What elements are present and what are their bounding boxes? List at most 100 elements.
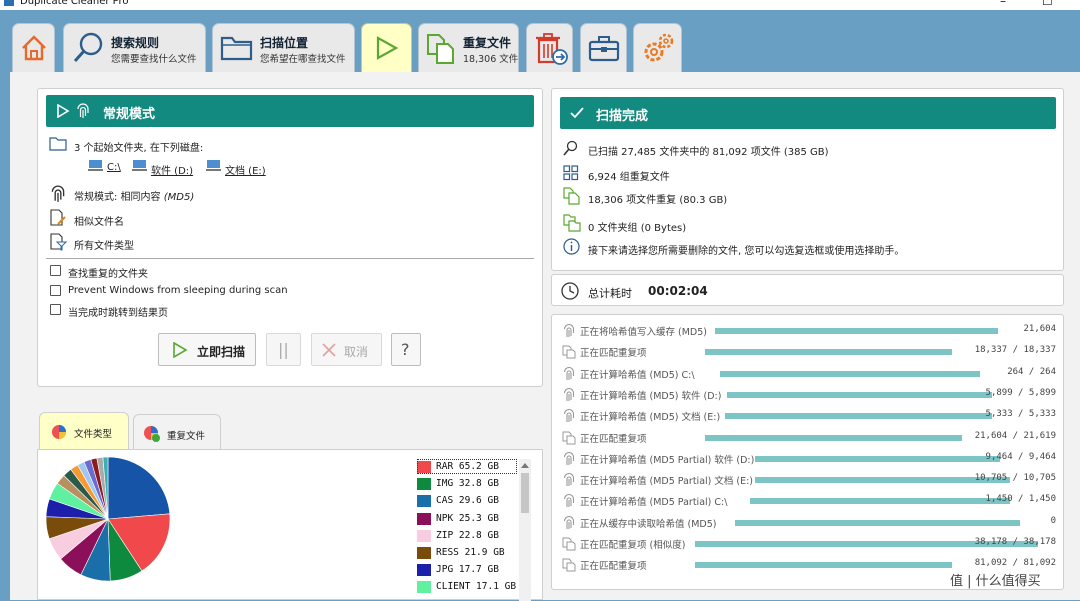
scan-complete-title: 扫描完成 bbox=[596, 109, 649, 124]
progress-row: 正在计算哈希值 (MD5) 软件 (D:) 5,899 / 5,899 bbox=[560, 384, 1056, 405]
mode-line-prefix: 常规模式: 相同内容 bbox=[74, 192, 164, 203]
groups-text: 6,924 组重复文件 bbox=[588, 172, 670, 183]
prevent-sleep-label: Prevent Windows from sleeping during sca… bbox=[68, 285, 288, 296]
legend-swatch bbox=[417, 564, 431, 577]
scanned-text: 已扫描 27,485 文件夹中的 81,092 项文件 (385 GB) bbox=[588, 147, 829, 158]
tab-search-rules[interactable]: 搜索规则 您需要查找什么文件 bbox=[63, 23, 206, 73]
help-label: ? bbox=[401, 340, 410, 359]
close-icon bbox=[322, 343, 336, 357]
legend-label: JPG 17.7 GB bbox=[436, 564, 499, 576]
gears-icon bbox=[644, 33, 674, 62]
progress-label: 正在计算哈希值 (MD5) 软件 (D:) bbox=[580, 390, 722, 402]
drive-d-link[interactable]: 软件 (D:) bbox=[151, 162, 193, 177]
search-icon bbox=[563, 140, 578, 156]
tab-settings[interactable] bbox=[633, 23, 682, 73]
tab-scan-location[interactable]: 扫描位置 您希望在哪查找文件 bbox=[212, 23, 355, 73]
progress-count: 81,092 / 81,092 bbox=[974, 558, 1056, 569]
tab-scan-location-subtitle: 您希望在哪查找文件 bbox=[260, 54, 346, 65]
duplicate-files-icon bbox=[563, 187, 580, 205]
pie-chart-icon bbox=[52, 425, 66, 439]
progress-count: 1,450 / 1,450 bbox=[985, 494, 1056, 505]
progress-bar bbox=[695, 562, 952, 569]
find-duplicate-folders-label: 查找重复的文件夹 bbox=[68, 269, 148, 280]
fingerprint-icon bbox=[563, 387, 575, 401]
tab-duplicate-files-subtitle: 18,306 文件 bbox=[463, 54, 519, 65]
progress-count: 21,604 bbox=[1023, 324, 1056, 334]
progress-label: 正在匹配重复项 (相似度) bbox=[580, 540, 686, 551]
legend-label: IMG 32.8 GB bbox=[436, 478, 499, 490]
legend-swatch bbox=[417, 547, 431, 559]
groups-icon bbox=[563, 165, 579, 181]
check-icon bbox=[570, 107, 584, 119]
legend-label: RESS 21.9 GB bbox=[436, 547, 505, 558]
scan-complete-panel: 扫描完成 已扫描 27,485 文件夹中的 81,092 项文件 (385 GB… bbox=[551, 88, 1064, 271]
legend-scrollbar[interactable] bbox=[519, 459, 531, 601]
tab-scan-location-title: 扫描位置 bbox=[260, 36, 309, 50]
copy-icon bbox=[562, 431, 576, 444]
help-button[interactable]: ? bbox=[391, 333, 421, 366]
fingerprint-icon bbox=[51, 185, 65, 202]
tab-home[interactable] bbox=[12, 23, 55, 73]
progress-label: 正在计算哈希值 (MD5) C:\ bbox=[580, 369, 695, 381]
cancel-label: 取消 bbox=[344, 345, 369, 359]
progress-label: 正在匹配重复项 bbox=[580, 433, 647, 445]
file-edit-icon bbox=[50, 209, 66, 226]
progress-row: 正在计算哈希值 (MD5 Partial) 文档 (E:) 10,705 / 10… bbox=[560, 469, 1056, 490]
progress-count: 38,178 / 38,178 bbox=[974, 537, 1056, 547]
scan-complete-header: 扫描完成 bbox=[560, 97, 1056, 129]
drive-e-link[interactable]: 文档 (E:) bbox=[225, 162, 266, 177]
fingerprint-icon bbox=[563, 366, 575, 380]
fingerprint-icon bbox=[563, 494, 575, 508]
progress-row: 正在计算哈希值 (MD5 Partial) C:\ 1,450 / 1,450 bbox=[560, 490, 1056, 511]
fingerprint-icon bbox=[563, 473, 575, 487]
legend-swatch bbox=[417, 478, 431, 491]
folder-icon bbox=[220, 36, 253, 61]
dup-files-text: 18,306 项文件重复 (80.3 GB) bbox=[588, 195, 728, 206]
progress-count: 5,333 / 5,333 bbox=[985, 409, 1056, 420]
tab-search-rules-title: 搜索规则 bbox=[111, 36, 160, 50]
jump-to-results-checkbox[interactable] bbox=[50, 304, 61, 315]
maximize-button[interactable]: ☐ bbox=[1042, 0, 1053, 7]
progress-label: 正在计算哈希值 (MD5 Partial) 文档 (E:) bbox=[580, 476, 754, 488]
legend-label: CLIENT 17.1 GB bbox=[436, 581, 517, 593]
progress-label: 正在从缓存中读取哈希值 (MD5) bbox=[580, 518, 717, 530]
find-duplicate-folders-checkbox[interactable] bbox=[50, 265, 61, 276]
pause-button[interactable]: || bbox=[266, 333, 301, 366]
toolbox-icon bbox=[588, 36, 620, 62]
pie-slice[interactable] bbox=[107, 456, 171, 520]
progress-bar bbox=[755, 477, 1010, 484]
legend-swatch bbox=[417, 512, 431, 525]
progress-row: 正在匹配重复项 21,604 / 21,619 bbox=[560, 427, 1056, 448]
jump-to-results-label: 当完成时跳转到结果页 bbox=[68, 308, 168, 319]
mode-panel: 常规模式 3 个起始文件夹, 在下列磁盘: C:\ 软件 (D:) 文档 (E:… bbox=[37, 88, 543, 387]
play-icon bbox=[376, 36, 399, 60]
drive-c-link[interactable]: C:\ bbox=[107, 162, 121, 173]
total-time-value: 00:02:04 bbox=[648, 284, 708, 298]
progress-count: 18,337 / 18,337 bbox=[974, 345, 1056, 356]
progress-bar bbox=[755, 455, 1000, 462]
pie-check-icon bbox=[144, 426, 160, 442]
cancel-button[interactable]: 取消 bbox=[311, 333, 382, 366]
main-content: 常规模式 3 个起始文件夹, 在下列磁盘: C:\ 软件 (D:) 文档 (E:… bbox=[10, 72, 1080, 601]
chart-tab-duplicates[interactable]: 重复文件 bbox=[133, 414, 221, 450]
tab-toolbox[interactable] bbox=[580, 23, 627, 73]
fingerprint-icon bbox=[563, 409, 575, 423]
folder-icon bbox=[49, 137, 67, 151]
tab-scan[interactable] bbox=[361, 23, 412, 73]
progress-row: 正在计算哈希值 (MD5 Partial) 软件 (D:) 9,464 / 9,4… bbox=[560, 448, 1056, 469]
progress-row: 正在将哈希值写入缓存 (MD5) 21,604 bbox=[560, 320, 1056, 341]
chart-tab-file-types[interactable]: 文件类型 bbox=[39, 412, 129, 450]
minimize-button[interactable]: – bbox=[1000, 0, 1006, 7]
progress-bar bbox=[705, 434, 962, 441]
file-filter-icon bbox=[50, 233, 67, 251]
tab-duplicate-files[interactable]: 重复文件 18,306 文件 bbox=[418, 23, 519, 73]
progress-count: 5,899 / 5,899 bbox=[985, 387, 1056, 398]
scrollbar-thumb[interactable] bbox=[521, 473, 529, 513]
tab-duplicate-files-title: 重复文件 bbox=[463, 36, 512, 50]
mode-header-title: 常规模式 bbox=[103, 107, 156, 122]
legend-list[interactable]: RAR 65.2 GB IMG 32.8 GB CAS 29.6 GB NPK 25.… bbox=[417, 459, 517, 601]
scan-now-button[interactable]: 立即扫描 bbox=[158, 333, 256, 366]
prevent-sleep-checkbox[interactable] bbox=[50, 285, 61, 296]
all-types-text: 所有文件类型 bbox=[74, 241, 134, 252]
tab-remove[interactable] bbox=[526, 23, 573, 73]
